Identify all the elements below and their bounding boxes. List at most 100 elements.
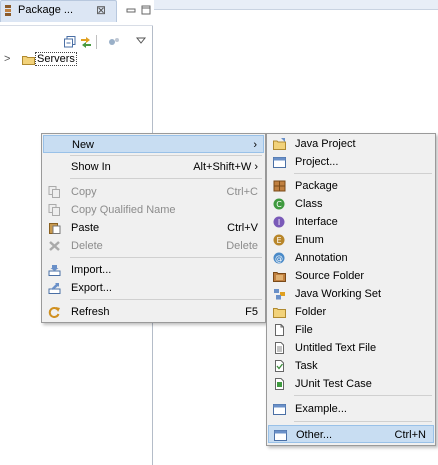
menu-separator	[70, 257, 262, 258]
menu-item-label: Copy	[71, 186, 97, 198]
context-menu: New › Show In Alt+Shift+W › Copy Ctrl+C …	[41, 133, 266, 323]
import-icon	[48, 265, 61, 276]
new-submenu: Java Project Project... Package C Class …	[266, 133, 436, 446]
submenu-item-label: Project...	[295, 156, 339, 168]
menu-separator	[294, 395, 432, 396]
close-icon[interactable]: ⊠	[96, 3, 106, 17]
submenu-item-source-folder[interactable]: Source Folder	[268, 267, 434, 285]
submenu-item-label: Java Project	[295, 138, 356, 150]
example-icon	[273, 404, 286, 415]
svg-text:C: C	[276, 200, 282, 209]
view-toolbar	[0, 33, 153, 51]
menu-separator	[294, 173, 432, 174]
enum-icon: E	[273, 234, 285, 246]
menu-item-import[interactable]: Import...	[43, 261, 264, 279]
menu-item-label: Paste	[71, 222, 100, 234]
submenu-item-label: Annotation	[295, 252, 348, 264]
class-icon: C	[273, 198, 285, 210]
untitled-text-file-icon	[275, 342, 284, 354]
submenu-item-other[interactable]: Other... Ctrl+N	[268, 425, 434, 443]
menu-item-label: New	[72, 139, 95, 151]
project-icon	[273, 157, 286, 168]
submenu-item-java-working-set[interactable]: Java Working Set	[268, 285, 434, 303]
menu-item-label: Refresh	[71, 306, 110, 318]
folder-icon	[22, 56, 35, 65]
java-working-set-icon	[274, 289, 285, 300]
tree-item-label: Servers	[35, 52, 77, 66]
junit-test-case-icon	[275, 378, 284, 390]
menu-item-export[interactable]: Export...	[43, 279, 264, 297]
menu-item-delete[interactable]: Delete Delete	[43, 237, 264, 255]
menu-item-refresh[interactable]: Refresh F5	[43, 303, 264, 321]
minimize-icon[interactable]	[126, 6, 136, 16]
submenu-arrow-icon: ›	[253, 139, 257, 151]
menu-item-label: Copy Qualified Name	[71, 204, 176, 216]
submenu-item-label: Untitled Text File	[295, 342, 377, 354]
menu-item-show-in[interactable]: Show In Alt+Shift+W ›	[43, 158, 264, 176]
menu-item-new[interactable]: New ›	[43, 135, 264, 153]
menu-item-copy[interactable]: Copy Ctrl+C	[43, 183, 264, 201]
submenu-item-task[interactable]: Task	[268, 357, 434, 375]
java-project-icon	[273, 138, 286, 150]
submenu-item-example[interactable]: Example...	[268, 400, 434, 418]
focus-icon[interactable]	[108, 36, 120, 48]
file-icon	[275, 324, 284, 336]
submenu-item-label: Class	[295, 198, 323, 210]
submenu-item-label: Package	[295, 180, 338, 192]
menu-item-shortcut: Alt+Shift+W ›	[193, 161, 258, 173]
submenu-item-package[interactable]: Package	[268, 177, 434, 195]
paste-icon	[49, 223, 61, 234]
toolbar-separator	[96, 35, 97, 49]
task-icon	[275, 360, 284, 372]
menu-separator	[70, 299, 262, 300]
package-explorer-icon	[5, 5, 11, 16]
interface-icon: I	[273, 216, 285, 228]
package-explorer-tab[interactable]: Package ... ⊠	[0, 0, 117, 22]
svg-text:@: @	[275, 254, 283, 263]
menu-separator	[294, 421, 432, 422]
submenu-item-junit-test-case[interactable]: JUnit Test Case	[268, 375, 434, 393]
submenu-item-folder[interactable]: Folder	[268, 303, 434, 321]
menu-separator	[70, 178, 262, 179]
svg-text:I: I	[278, 218, 280, 227]
export-icon	[48, 283, 61, 294]
submenu-item-untitled-text-file[interactable]: Untitled Text File	[268, 339, 434, 357]
editor-area-header	[154, 0, 438, 9]
submenu-item-enum[interactable]: E Enum	[268, 231, 434, 249]
submenu-item-label: JUnit Test Case	[295, 378, 372, 390]
submenu-item-label: Java Working Set	[295, 288, 382, 300]
copy-qualified-name-icon	[48, 204, 60, 216]
menu-item-copy-qualified-name[interactable]: Copy Qualified Name	[43, 201, 264, 219]
submenu-item-label: Other...	[296, 429, 333, 441]
maximize-icon[interactable]	[141, 5, 151, 15]
menu-item-label: Delete	[71, 240, 103, 252]
submenu-item-file[interactable]: File	[268, 321, 434, 339]
view-menu-icon[interactable]	[135, 35, 147, 47]
expand-icon[interactable]: >	[4, 53, 10, 65]
submenu-item-project[interactable]: Project...	[268, 153, 434, 171]
menu-item-label: Export...	[71, 282, 112, 294]
svg-text:E: E	[276, 236, 281, 245]
collapse-all-icon[interactable]	[64, 36, 76, 48]
submenu-item-label: Interface	[295, 216, 338, 228]
submenu-item-label: Source Folder	[295, 270, 365, 282]
menu-separator	[70, 155, 262, 156]
link-with-editor-icon[interactable]	[80, 36, 92, 48]
submenu-item-class[interactable]: C Class	[268, 195, 434, 213]
menu-item-paste[interactable]: Paste Ctrl+V	[43, 219, 264, 237]
menu-item-shortcut: F5	[245, 306, 258, 318]
view-tab-title: Package ...	[18, 4, 74, 16]
submenu-item-label: File	[295, 324, 313, 336]
submenu-item-label: Task	[295, 360, 318, 372]
menu-item-shortcut: Delete	[226, 240, 258, 252]
folder-icon	[273, 308, 286, 318]
submenu-item-java-project[interactable]: Java Project	[268, 135, 434, 153]
submenu-item-label: Example...	[295, 403, 347, 415]
submenu-item-annotation[interactable]: @ Annotation	[268, 249, 434, 267]
package-icon	[273, 180, 286, 192]
submenu-item-interface[interactable]: I Interface	[268, 213, 434, 231]
view-tab-bar: Package ... ⊠	[0, 0, 153, 26]
menu-item-shortcut: Ctrl+C	[226, 186, 258, 198]
delete-icon	[49, 241, 60, 251]
menu-item-shortcut: Ctrl+N	[394, 429, 426, 441]
